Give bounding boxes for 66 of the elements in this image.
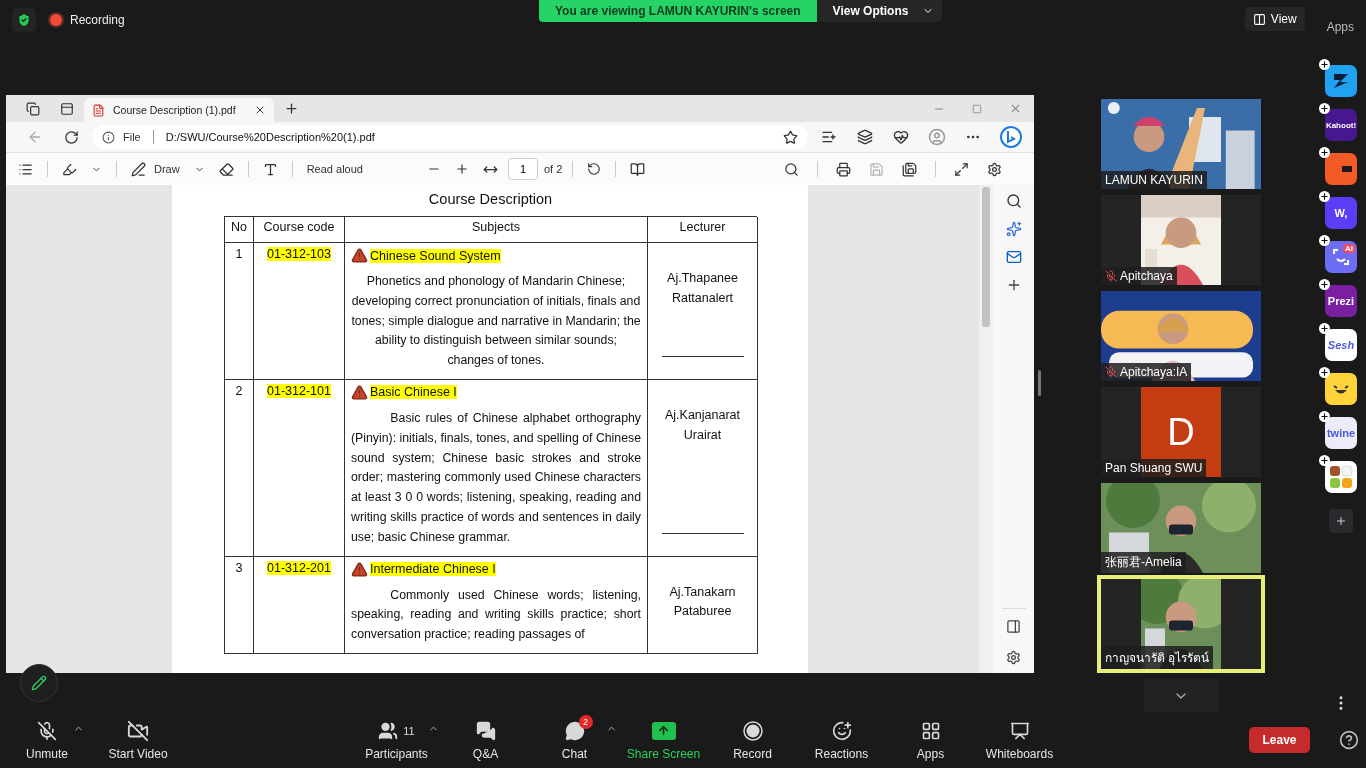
viewing-banner: You are viewing LAMUN KAYURIN's screen bbox=[539, 0, 817, 22]
course-code: 01-312-101 bbox=[267, 384, 331, 398]
toolbar-button[interactable]: 11 Participants bbox=[352, 715, 441, 765]
toolbar-button[interactable]: Share Screen bbox=[619, 715, 708, 765]
course-code: 01-312-201 bbox=[267, 560, 331, 575]
toolbar-button[interactable]: Reactions bbox=[797, 715, 886, 765]
url-text: D:/SWU/Course%20Description%20(1).pdf bbox=[165, 131, 376, 143]
page-number-field[interactable]: 1 bbox=[507, 158, 538, 180]
browser-tab[interactable]: Course Description (1).pdf bbox=[84, 98, 274, 122]
apps-label: Apps bbox=[1326, 20, 1354, 34]
participant-name: Apitchaya:IA bbox=[1120, 365, 1188, 379]
app-icon[interactable]: Sesh bbox=[1325, 329, 1357, 361]
subject-description: Basic rules of Chinese alphabet orthography (Pinyin): initials, finals, tones, and spelling of Chinese sound system; Chinese basic strokes and stroke order; mastering commonly used Chinese characters at least 3 0 0 words; listening, speaking, reading and writing skills practice of words and sentences in daily use; basic Chinese grammar. bbox=[350, 410, 642, 546]
app-icon[interactable]: W, bbox=[1325, 197, 1357, 229]
app-icon[interactable]: Prezi bbox=[1325, 285, 1357, 317]
column-header: Subjects bbox=[345, 217, 648, 243]
participant-name: Apitchaya bbox=[1120, 269, 1173, 283]
draw-button[interactable]: Draw bbox=[127, 158, 184, 180]
app-logo-text: twine bbox=[1326, 427, 1356, 439]
toolbar-button[interactable]: Start Video bbox=[86, 715, 190, 765]
page-count: of 2 bbox=[543, 163, 563, 175]
table-cell: 1 bbox=[225, 243, 254, 380]
column-header: Lecturer bbox=[648, 217, 758, 243]
document-title: Course Description bbox=[427, 191, 554, 207]
view-button[interactable]: View bbox=[1244, 7, 1305, 31]
lecturer-name: Aj.Thapanee Rattanalert bbox=[666, 270, 739, 307]
subject-description: Phonetics and phonology of Mandarin Chinese; developing correct pronunciation of initials, finals and tones; simple dialogue and narrative in Mandarin; the ability to distinguish between similar sounds; changes of tones. bbox=[350, 273, 642, 370]
column-header: No bbox=[225, 217, 254, 243]
recording-label: Recording bbox=[70, 13, 125, 27]
app-logo-text: Sesh bbox=[1327, 339, 1355, 351]
table-cell: 3 bbox=[225, 556, 254, 654]
course-code: 01-312-103 bbox=[267, 247, 331, 261]
subject-title: Basic Chinese I bbox=[370, 385, 457, 400]
address-field[interactable]: File D:/SWU/Course%20Description%20(1).pdf bbox=[92, 125, 808, 149]
leave-button[interactable]: Leave bbox=[1249, 727, 1310, 753]
participant-name: LAMUN KAYURIN bbox=[1105, 173, 1203, 187]
app-icon[interactable]: Kahoot! bbox=[1325, 109, 1357, 141]
lecturer-name: Aj.Kanjanarat Urairat bbox=[663, 407, 742, 444]
toolbar-button[interactable]: 2 Chat bbox=[530, 715, 619, 765]
toolbar-button[interactable]: Record bbox=[708, 715, 797, 765]
participant-name: 张丽君-Amelia bbox=[1105, 554, 1182, 571]
read-aloud-button[interactable]: Read aloud bbox=[302, 160, 367, 178]
subject-title: Intermediate Chinese I bbox=[370, 562, 496, 577]
subject-description: Commonly used Chinese words; listening, speaking, reading and writing skills practice; short conversation practice; reading passages of bbox=[350, 586, 642, 644]
toolbar-button[interactable]: Apps bbox=[886, 715, 975, 765]
toolbar-button[interactable]: Whiteboards bbox=[975, 715, 1064, 765]
unread-badge: 2 bbox=[578, 714, 593, 729]
participant-name: Pan Shuang SWU bbox=[1105, 461, 1203, 475]
app-logo-text: Prezi bbox=[1327, 295, 1355, 307]
app-icon[interactable]: twine bbox=[1325, 417, 1357, 449]
toolbar-button[interactable]: Q&A bbox=[441, 715, 530, 765]
avatar-letter: D bbox=[1167, 410, 1195, 454]
tab-title: Course Description (1).pdf bbox=[113, 104, 237, 116]
participant-count: 11 bbox=[403, 724, 415, 737]
app-icon[interactable]: AI bbox=[1325, 241, 1357, 273]
lecturer-name: Aj.Tanakarn Pataburee bbox=[668, 583, 737, 621]
subject-title: Chinese Sound System bbox=[370, 248, 501, 263]
app-logo-text: Kahoot! bbox=[1325, 120, 1357, 130]
toolbar-button[interactable]: Unmute bbox=[8, 715, 86, 765]
file-label: File bbox=[123, 131, 141, 143]
ai-badge: AI bbox=[1343, 244, 1355, 253]
participant-name: กาญจนารัติ อุไรรัตน์ bbox=[1105, 650, 1210, 667]
column-header: Course code bbox=[254, 217, 345, 243]
view-options-button[interactable]: View Options bbox=[816, 0, 943, 22]
app-logo-text: W, bbox=[1334, 207, 1348, 219]
table-cell: 2 bbox=[225, 380, 254, 557]
